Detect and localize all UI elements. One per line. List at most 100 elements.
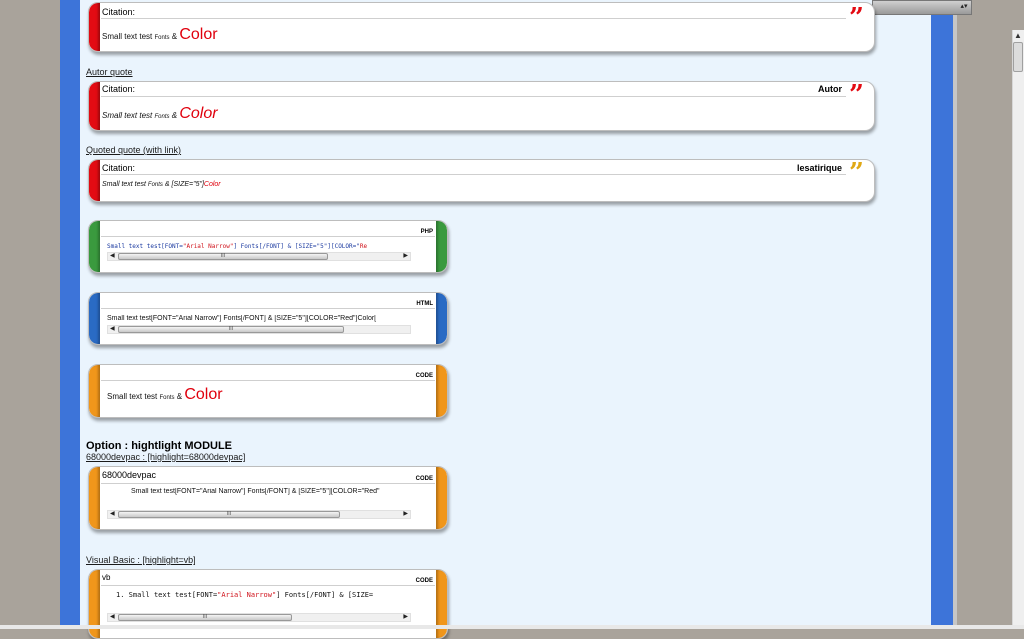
window-scrollbar-thumb[interactable] [1013,42,1023,72]
quote-box-quoted: Citation: lesatirique ” Small text test … [88,159,875,202]
window-scrollbar[interactable] [1012,30,1024,627]
code-language-tag: CODE [415,476,433,482]
quote-color-word: Color [179,105,218,122]
scroll-grip: III [202,614,208,620]
code-scrollbar[interactable]: ◀ III ▶ [107,613,411,622]
code-scrollbar[interactable]: ◀ III ▶ [107,510,411,519]
quote-text-b: Fonts [154,114,170,120]
quote-marks-icon: ” [849,81,864,110]
quote-box-simple: Citation: ” Small text test Fonts & Colo… [88,2,875,52]
quote-marks-icon[interactable]: ” [849,160,864,186]
code-bar-left [89,467,100,529]
code-scrollbar[interactable]: ◀ III [107,325,411,334]
autor-quote-link[interactable]: Autor quote [86,67,133,77]
quote-color-word: Color [203,181,221,188]
code-name: vb [102,573,111,582]
quote-text-c: & [171,111,178,120]
top-dropdown[interactable] [872,0,972,15]
code-language-tag: CODE [415,373,433,379]
code-string-2: Re [359,243,368,250]
code-text-c: & [176,392,183,401]
quote-text-b: Fonts [147,182,163,188]
code-language-tag: PHP [420,229,433,235]
quote-bar [89,3,100,51]
quote-marks-icon: ” [849,3,864,33]
code-content: Small text test[FONT="Arial Narrow"] Fon… [131,488,380,495]
scrollbar-thumb[interactable]: III [118,326,344,333]
code-text-b: Fonts [159,395,175,401]
code-content: Small text test[FONT="Arial Narrow"] Fon… [107,243,411,250]
left-arrow-icon[interactable]: ◀ [110,252,115,259]
code-bar-right [436,467,447,529]
quote-bar [89,160,100,201]
scroll-grip: III [220,253,226,259]
vb-link[interactable]: Visual Basic : [highlight=vb] [86,555,196,565]
quote-author: Autor [818,84,842,94]
quote-text-a: Small text test [102,32,153,41]
quote-title: Citation: [102,84,136,94]
right-arrow-icon[interactable]: ▶ [403,613,408,620]
right-arrow-icon[interactable]: ▶ [403,510,408,517]
code-bar-left [89,221,100,272]
code-scrollbar[interactable]: ◀ III ▶ [107,252,411,261]
code-part-c: ] Fonts[/FONT] & [SIZE="5"][COLOR=" [233,243,360,250]
right-arrow-icon[interactable]: ▶ [403,252,408,259]
code-content: 1. Small text test[FONT="Arial Narrow"] … [116,591,411,599]
code-part-a: Small text test[FONT= [128,591,218,599]
quote-text-b: Fonts [154,35,170,41]
quote-text-a: Small text test [102,111,153,120]
code-divider [101,236,435,237]
option-heading: Option : hightlight MODULE [86,440,233,452]
code-text-a: Small text test [107,392,158,401]
quote-text: Small text test Fonts & [SIZE="5"]Color [102,181,221,188]
code-part-a: Small text test[FONT= [107,243,183,250]
quote-divider [101,174,846,175]
page-border-edge [953,0,957,627]
scrollbar-thumb[interactable]: III [118,614,292,621]
code-name: 68000devpac [102,470,157,480]
code-bar-left [89,365,100,417]
code-language-tag: HTML [416,301,433,307]
code-box: CODE Small text test Fonts & Color [88,364,448,418]
code-divider [101,380,435,381]
scroll-grip: III [226,511,232,517]
code-divider [101,585,435,586]
quote-author-link[interactable]: lesatirique [797,163,842,173]
quote-box-author: Citation: Autor ” Small text test Fonts … [88,81,875,131]
scrollbar-thumb[interactable]: III [118,511,340,518]
devpac-code-box: 68000devpac CODE Small text test[FONT="A… [88,466,448,530]
quote-title: Citation: [102,7,136,17]
page-border-left [60,0,80,627]
left-arrow-icon[interactable]: ◀ [110,613,115,620]
quote-text-c: & [171,32,178,41]
code-bar-right [436,365,447,417]
quote-text-a: Small text test [102,181,146,188]
code-string: "Arial Narrow" [182,243,234,250]
quote-bar [89,82,100,130]
quote-text-c: & [SIZE="5"] [164,181,204,188]
code-bar-left [89,293,100,344]
scroll-up-arrow-icon[interactable]: ▲ [1012,30,1024,42]
code-string: "Arial Narrow" [217,591,277,599]
quote-text: Small text test Fonts & Color [102,105,218,123]
line-number: 1. [116,591,125,599]
code-content: Small text test[FONT="Arial Narrow"] Fon… [107,315,377,322]
code-language-tag: CODE [415,578,433,584]
scroll-grip: III [228,326,234,332]
dropdown-arrow-icon[interactable]: ▴▾ [958,2,970,12]
page-border-right [931,0,953,627]
code-bar-right [436,221,447,272]
quoted-quote-link[interactable]: Quoted quote (with link) [86,145,181,155]
code-color-word: Color [184,386,223,403]
code-divider [101,308,435,309]
scrollbar-thumb[interactable]: III [118,253,328,260]
quote-title: Citation: [102,163,136,173]
code-divider [101,483,435,484]
devpac-link[interactable]: 68000devpac : [highlight=68000devpac] [86,452,245,462]
code-content: Small text test Fonts & Color [107,386,223,404]
code-bar-right [436,293,447,344]
quote-divider [101,96,846,97]
code-part-c: ] Fonts[/FONT] & [SIZE= [276,591,374,599]
left-arrow-icon[interactable]: ◀ [110,510,115,517]
left-arrow-icon[interactable]: ◀ [110,325,115,332]
